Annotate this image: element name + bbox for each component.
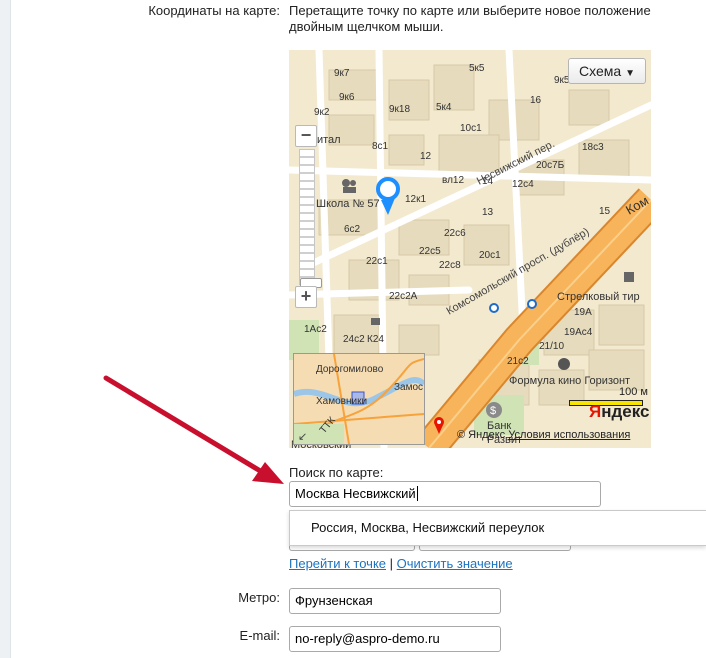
poi-school: Школа № 57	[316, 198, 380, 210]
coords-label: Координаты на карте:	[148, 3, 280, 18]
cinema-icon	[558, 358, 570, 370]
mini-map-label-3: Замос	[394, 382, 423, 393]
mini-map[interactable]: Дорогомилово Хамовники Замос ТТК ↙	[293, 353, 425, 445]
building-label: 5к4	[436, 102, 452, 113]
poi-shooting-range: Стрелковый тир	[557, 291, 640, 303]
zoom-slider[interactable]	[299, 149, 322, 288]
building-label: 9к7	[334, 68, 350, 79]
building-label: 8с1	[372, 141, 389, 152]
poi-ital: итал	[317, 134, 341, 146]
email-label: E-mail:	[239, 628, 280, 643]
mini-map-label-1: Дорогомилово	[316, 364, 384, 375]
goto-point-link[interactable]: Перейти к точке	[289, 556, 386, 571]
building-label: 22с1	[366, 256, 388, 267]
collapse-arrow-icon[interactable]: ↙	[298, 431, 307, 443]
building-label: 12с4	[512, 179, 534, 190]
building-label: 24с2	[343, 334, 365, 345]
zoom-in-button[interactable]: +	[295, 286, 317, 308]
building-label: 15	[599, 206, 611, 217]
building-label: 21с2	[507, 356, 529, 367]
map-widget[interactable]: Несвижский пер. Комсомольский просп. (ду…	[289, 50, 651, 448]
building-label: 9к6	[339, 92, 355, 103]
building-label: 22с8	[439, 260, 461, 271]
building-label: 22с6	[444, 228, 466, 239]
building-label: 20с7Б	[536, 160, 565, 171]
building-label: 22с5	[419, 246, 441, 257]
search-label: Поиск по карте:	[289, 465, 384, 480]
metro-input[interactable]: Фрунзенская	[289, 588, 501, 614]
building-label: вл12	[442, 175, 464, 186]
poi-cinema: Формула кино Горизонт	[509, 375, 630, 387]
minus-icon: −	[300, 125, 312, 145]
map-copyright: © Яндекс Условия использования	[457, 429, 630, 441]
building-label: 16	[530, 95, 542, 106]
left-gutter	[0, 0, 11, 658]
link-separator: |	[389, 556, 394, 571]
building-label: 19Ас4	[564, 327, 593, 338]
building-label: 10с1	[460, 123, 482, 134]
building-label: 9к18	[389, 104, 410, 115]
map-links: Перейти к точке | Очистить значение	[289, 556, 513, 571]
chevron-down-icon: ▼	[625, 68, 635, 79]
yandex-logo: Яндекс	[589, 402, 650, 421]
building-label: 18с3	[582, 142, 604, 153]
building-label: 6с2	[344, 224, 361, 235]
mini-map-label-2: Хамовники	[316, 396, 367, 407]
building-label: 5к5	[469, 63, 485, 74]
mini-map-canvas: Дорогомилово Хамовники Замос ТТК ↙	[294, 354, 424, 444]
building-label: 13	[482, 207, 494, 218]
building-label: 12	[420, 151, 432, 162]
svg-text:$: $	[490, 405, 496, 417]
map-type-button[interactable]: Схема ▼	[568, 58, 646, 84]
suggestion-item[interactable]: Россия, Москва, Несвижский переулок	[311, 520, 544, 535]
building-label: 1Ас2	[304, 324, 327, 335]
coords-hint-line2: двойным щелчком мыши.	[289, 19, 444, 34]
coords-hint-line1: Перетащите точку по карте или выберите н…	[289, 3, 651, 18]
zoom-out-button[interactable]: −	[295, 125, 317, 147]
email-input[interactable]: no-reply@aspro-demo.ru	[289, 626, 501, 652]
metro-label: Метро:	[238, 590, 280, 605]
copyright-text: © Яндекс	[457, 429, 506, 441]
terms-link[interactable]: Условия использования	[508, 429, 630, 441]
building-label: 20с1	[479, 250, 501, 261]
coords-hint: Перетащите точку по карте или выберите н…	[289, 3, 689, 35]
building-label: 12к1	[405, 194, 426, 205]
building-label: 19А	[574, 307, 592, 318]
plus-icon: +	[300, 286, 312, 306]
shop-icon	[371, 318, 380, 325]
building-label: К24	[367, 334, 384, 345]
search-suggestions[interactable]: Россия, Москва, Несвижский переулок	[289, 510, 706, 546]
map-type-label: Схема	[579, 63, 622, 79]
page: Координаты на карте: Перетащите точку по…	[0, 0, 706, 658]
bank-icon: $	[486, 402, 502, 418]
building-label: 9к2	[314, 107, 330, 118]
map-search-input[interactable]: Москва Несвижский	[289, 481, 601, 507]
zoom-control[interactable]: − +	[295, 125, 322, 308]
range-icon	[624, 272, 634, 282]
clear-value-link[interactable]: Очистить значение	[397, 556, 513, 571]
building-label: 21/10	[539, 341, 564, 352]
building-label: 14	[482, 176, 494, 187]
building-label: 22с2А	[389, 291, 418, 302]
scale-label: 100 м	[619, 386, 648, 398]
